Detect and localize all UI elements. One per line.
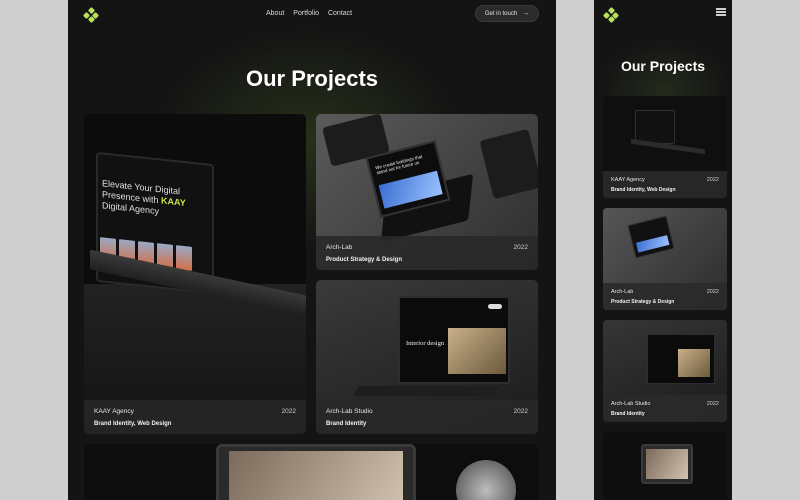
project-card-kaay-agency[interactable]: Elevate Your Digital Presence with KAAY … (84, 114, 306, 434)
laptop-mockup-image (627, 215, 675, 259)
nav-link-contact[interactable]: Contact (328, 10, 352, 17)
project-tags: Brand Identity (326, 421, 367, 427)
desktop-viewport: About Portfolio Contact Get in touch → O… (68, 0, 556, 500)
project-name: Arch-Lab Studio (326, 408, 373, 415)
project-name: KAAY Agency (611, 177, 645, 183)
tablet-mockup-image (641, 444, 693, 484)
nav-link-about[interactable]: About (266, 10, 284, 17)
monitor-mockup-image (647, 334, 715, 384)
project-card-partial[interactable] (603, 432, 727, 500)
mockup-headline: Interior design (406, 340, 445, 347)
project-year: 2022 (706, 177, 719, 183)
get-in-touch-button[interactable]: Get in touch → (475, 5, 539, 22)
arrow-right-icon: → (522, 10, 530, 17)
project-year: 2022 (706, 289, 719, 295)
project-name: Arch-Lab (611, 289, 634, 295)
card-caption: KAAY Agency 2022 Brand Identity, Web Des… (84, 400, 306, 434)
brand-logo-icon[interactable] (602, 6, 620, 24)
card-caption: Arch-Lab 2022 Product Strategy & Design (603, 283, 727, 310)
brand-logo-icon[interactable] (82, 6, 100, 24)
monitor-mockup-image: Interior design (398, 296, 510, 384)
project-card-arch-lab[interactable]: We create buildings that stand out for f… (316, 114, 538, 270)
project-tags: Brand Identity (611, 411, 645, 417)
project-card-kaay-agency[interactable]: KAAY Agency 2022 Brand Identity, Web Des… (603, 96, 727, 198)
nav-link-portfolio[interactable]: Portfolio (293, 10, 319, 17)
project-name: Arch-Lab (326, 244, 353, 251)
page-title: Our Projects (620, 58, 706, 74)
project-name: Arch-Lab Studio (611, 401, 651, 407)
project-card-arch-lab-studio[interactable]: Arch-Lab Studio 2022 Brand Identity (603, 320, 727, 422)
decor-sphere (456, 460, 516, 500)
project-year: 2022 (281, 408, 296, 415)
mockup-headline: We create buildings that stand out for f… (374, 153, 423, 176)
mockup-room-photo (448, 328, 506, 374)
project-name: KAAY Agency (94, 408, 134, 415)
monitor-stand (353, 386, 499, 396)
cta-label: Get in touch (484, 10, 518, 17)
project-card-arch-lab[interactable]: Arch-Lab 2022 Product Strategy & Design (603, 208, 727, 310)
project-card-partial[interactable] (84, 444, 538, 500)
nav-links: About Portfolio Contact (266, 10, 352, 17)
project-card-arch-lab-studio[interactable]: Interior design Arch-Lab Studio 2022 Bra… (316, 280, 538, 434)
mockup-hero-image (378, 170, 443, 209)
decor-device (479, 128, 538, 200)
card-caption: Arch-Lab 2022 Product Strategy & Design (316, 236, 538, 270)
project-tags: Product Strategy & Design (611, 299, 675, 305)
project-tags: Brand Identity, Web Design (94, 421, 172, 427)
laptop-mockup-image (635, 110, 675, 144)
card-caption: Arch-Lab Studio 2022 Brand Identity (316, 400, 538, 434)
project-tags: Brand Identity, Web Design (611, 187, 676, 193)
mobile-viewport: Our Projects KAAY Agency 2022 Brand Iden… (594, 0, 732, 500)
project-tags: Product Strategy & Design (326, 257, 403, 263)
card-caption: Arch-Lab Studio 2022 Brand Identity (603, 395, 727, 422)
project-year: 2022 (706, 401, 719, 407)
hamburger-menu-icon[interactable] (716, 8, 726, 16)
project-year: 2022 (513, 408, 528, 415)
mockup-nav-pill (488, 304, 502, 309)
page-title: Our Projects (245, 66, 379, 91)
tablet-mockup-image (216, 444, 416, 500)
project-year: 2022 (513, 244, 528, 251)
card-caption: KAAY Agency 2022 Brand Identity, Web Des… (603, 171, 727, 198)
top-navbar: About Portfolio Contact Get in touch → (68, 0, 556, 30)
